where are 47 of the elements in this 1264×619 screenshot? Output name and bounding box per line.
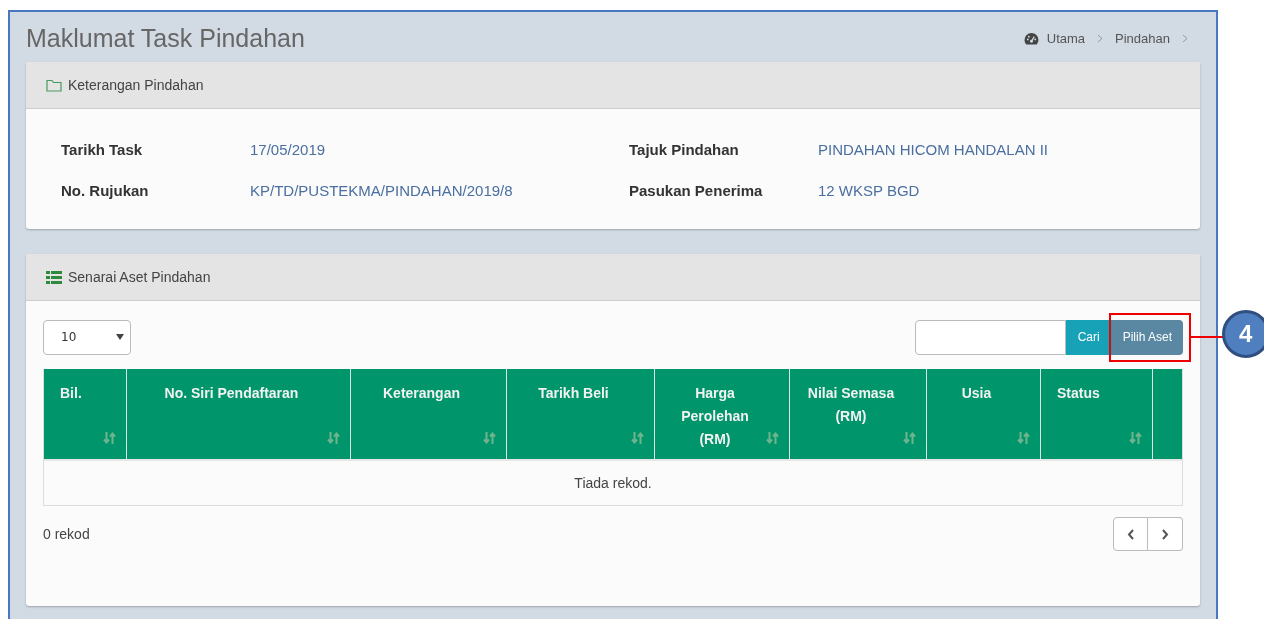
chevron-icon bbox=[1097, 33, 1104, 43]
chevron-left-icon bbox=[1126, 528, 1135, 540]
page-title: Maklumat Task Pindahan bbox=[26, 22, 305, 53]
leader-line bbox=[1190, 335, 1223, 338]
dashboard-icon bbox=[1023, 31, 1039, 45]
column-header[interactable]: Tarikh Beli bbox=[507, 369, 655, 459]
caret-icon bbox=[116, 334, 124, 340]
previous-page-button[interactable] bbox=[1113, 517, 1148, 551]
select-asset-button[interactable]: Pilih Aset bbox=[1111, 319, 1183, 355]
breadcrumb-link[interactable]: Pindahan bbox=[1115, 30, 1170, 46]
sort-icon bbox=[766, 431, 779, 445]
sort-icon bbox=[327, 431, 340, 445]
sort-icon bbox=[631, 431, 644, 445]
column-header[interactable]: Nilai Semasa (RM) bbox=[790, 369, 927, 459]
empty-message: Tiada rekod. bbox=[44, 459, 1182, 505]
sort-icon bbox=[903, 431, 916, 445]
search-field[interactable] bbox=[914, 319, 1066, 355]
field-value: 17/05/2019 bbox=[250, 141, 327, 158]
field-label: Tajuk Pindahan bbox=[629, 141, 740, 158]
field-value: KP/TD/PUSTEKMA/PINDAHAN/2019/8 bbox=[250, 182, 514, 199]
next-page-button[interactable] bbox=[1148, 517, 1183, 551]
sort-icon bbox=[1129, 431, 1142, 445]
column-header[interactable]: Usia bbox=[927, 369, 1041, 459]
field-value: 12 WKSP BGD bbox=[818, 182, 921, 199]
column-header[interactable]: No. Siri Pendaftaran bbox=[127, 369, 351, 459]
column-header[interactable]: Harga Perolehan (RM) bbox=[655, 369, 790, 459]
field-label: Tarikh Task bbox=[61, 141, 144, 158]
panel-title: Senarai Aset Pindahan bbox=[68, 269, 211, 285]
breadcrumb-link[interactable]: Utama bbox=[1046, 30, 1086, 46]
sort-icon bbox=[483, 431, 496, 445]
folder-icon bbox=[46, 78, 62, 92]
field-label: Pasukan Penerima bbox=[629, 182, 764, 199]
sort-icon bbox=[103, 431, 116, 445]
field-label: No. Rujukan bbox=[61, 182, 150, 199]
field-value: PINDAHAN HICOM HANDALAN II bbox=[818, 141, 1050, 158]
column-header[interactable]: Status bbox=[1041, 369, 1153, 459]
column-header[interactable]: Bil. bbox=[44, 369, 127, 459]
page-size-select[interactable]: 10 bbox=[43, 319, 131, 355]
step-badge: 4 bbox=[1221, 309, 1264, 358]
chevron-icon bbox=[1182, 33, 1188, 43]
record-count: 0 rekod bbox=[43, 526, 90, 542]
sort-icon bbox=[1017, 431, 1030, 445]
chevron-right-icon bbox=[1161, 528, 1169, 540]
list-icon bbox=[46, 270, 62, 284]
panel-title: Keterangan Pindahan bbox=[68, 77, 204, 93]
column-header[interactable]: Keterangan bbox=[351, 369, 507, 459]
search-button[interactable]: Cari bbox=[1065, 319, 1112, 355]
